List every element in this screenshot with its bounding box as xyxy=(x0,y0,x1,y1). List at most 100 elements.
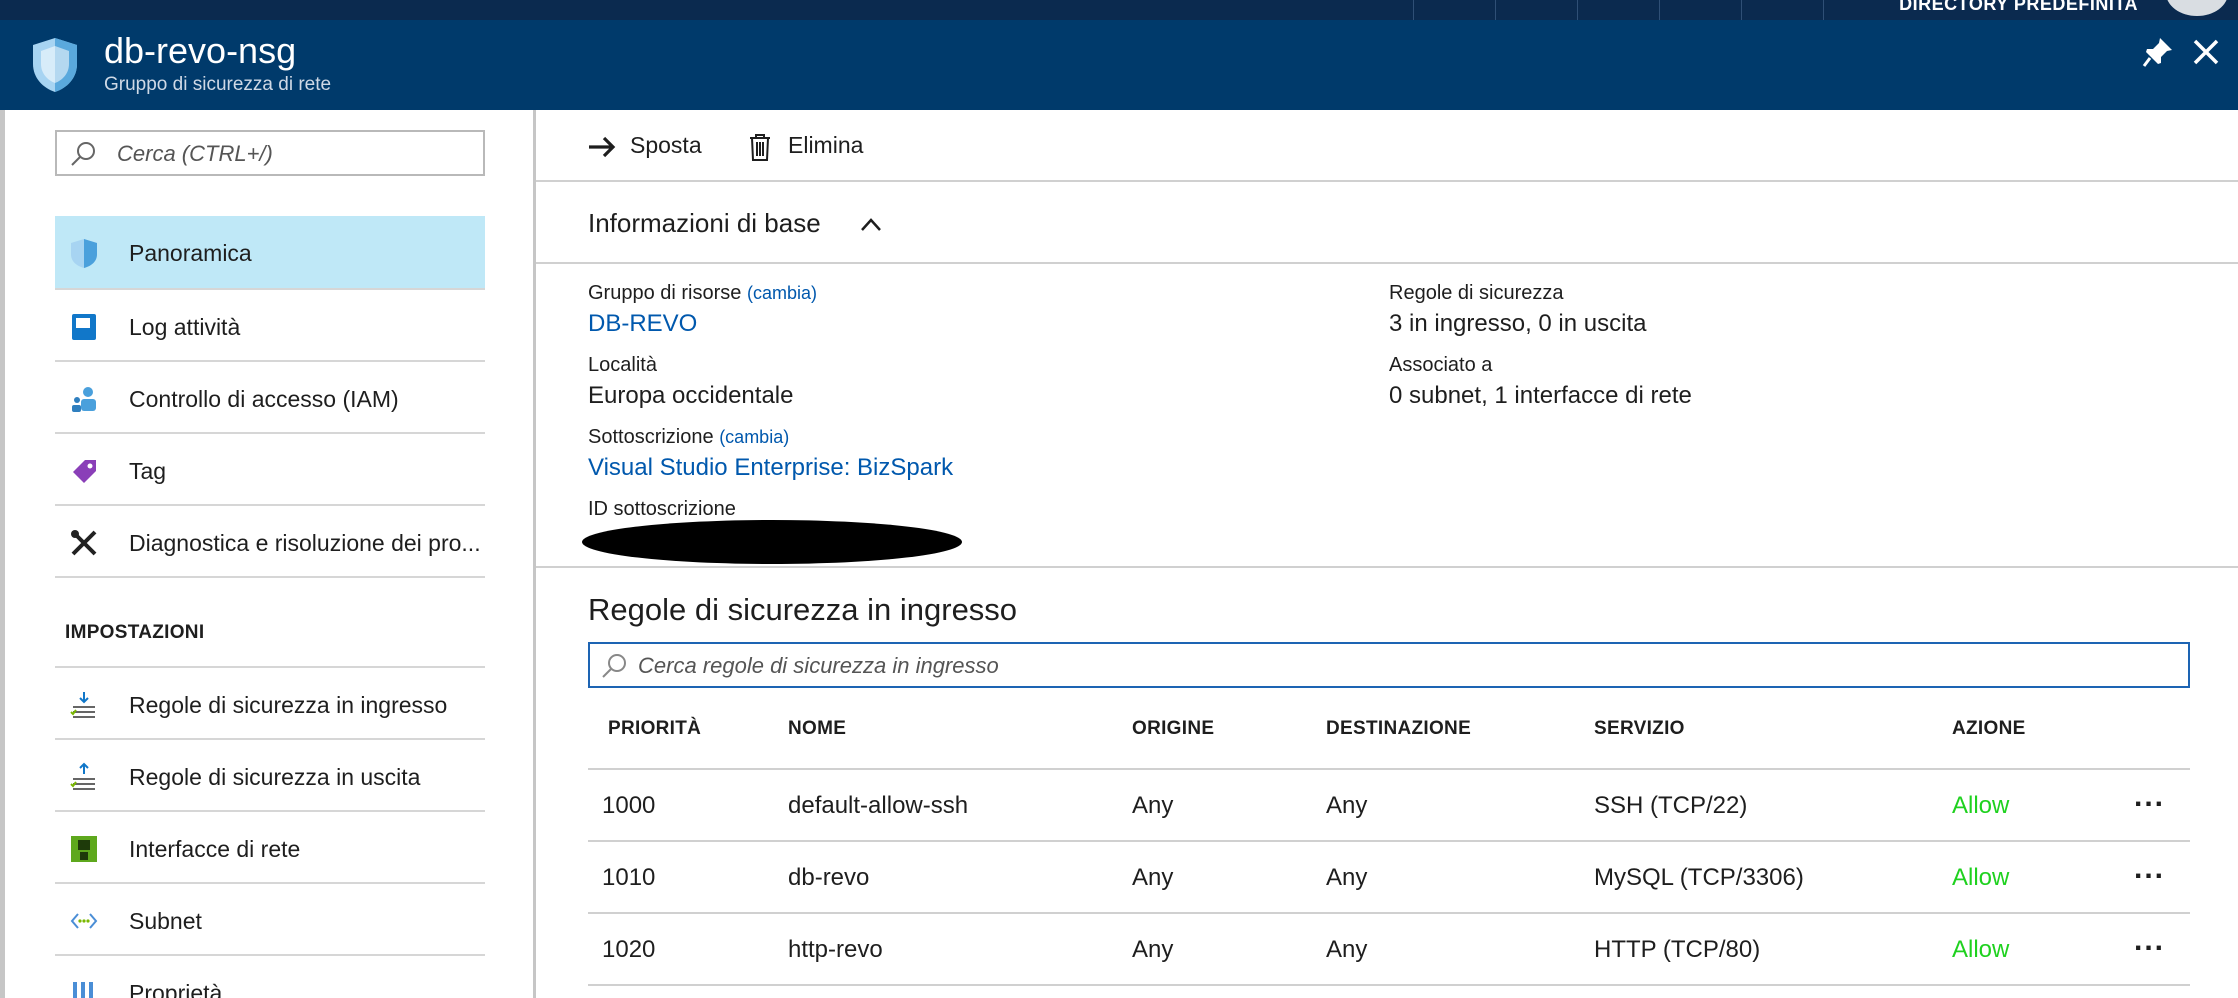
inbound-rules-search[interactable] xyxy=(588,642,2190,688)
location-value: Europa occidentale xyxy=(588,382,794,409)
top-strip-divider xyxy=(1495,0,1496,20)
cell-destination: Any xyxy=(1326,936,1368,963)
table-row[interactable]: 1020 http-revo Any Any HTTP (TCP/80) All… xyxy=(588,914,2190,986)
sidebar-item-diagnose[interactable]: Diagnostica e risoluzione dei pro... xyxy=(55,506,485,578)
sidebar-item-network-interfaces[interactable]: Interfacce di rete xyxy=(55,812,485,884)
inbound-rules-icon xyxy=(70,692,95,718)
pin-icon[interactable] xyxy=(2140,34,2176,70)
shield-icon xyxy=(71,239,97,268)
log-icon xyxy=(72,314,96,340)
sidebar-item-label: Diagnostica e risoluzione dei pro... xyxy=(129,530,481,556)
cell-action: Allow xyxy=(1952,864,2010,891)
sidebar-item-label: Regole di sicurezza in uscita xyxy=(129,764,421,790)
cell-priority: 1000 xyxy=(602,792,656,819)
page-subtitle: Gruppo di sicurezza di rete xyxy=(104,74,332,95)
subscription-id-label: ID sottoscrizione xyxy=(588,498,736,520)
column-header-source[interactable]: ORIGINE xyxy=(1132,718,1214,740)
sidebar-item-activity-log[interactable]: Log attività xyxy=(55,290,485,362)
divider xyxy=(536,262,2238,264)
essentials-heading[interactable]: Informazioni di base xyxy=(588,208,821,239)
subnet-icon xyxy=(70,913,98,929)
top-strip-divider xyxy=(1577,0,1578,20)
top-strip-divider xyxy=(1823,0,1824,20)
cell-source: Any xyxy=(1132,936,1174,963)
subscription-label-text: Sottoscrizione xyxy=(588,426,714,448)
column-header-priority[interactable]: PRIORITÀ xyxy=(608,718,701,740)
change-resource-group-link[interactable]: (cambia) xyxy=(747,283,817,303)
chevron-up-icon[interactable] xyxy=(858,214,884,234)
move-button-label: Sposta xyxy=(630,132,702,158)
sidebar-item-properties[interactable]: Proprietà xyxy=(55,956,485,998)
arrow-right-icon xyxy=(589,136,616,158)
column-header-name[interactable]: NOME xyxy=(788,718,846,740)
cell-source: Any xyxy=(1132,864,1174,891)
inbound-rules-title: Regole di sicurezza in ingresso xyxy=(588,592,1018,627)
more-options-button[interactable]: ... xyxy=(2134,780,2165,814)
change-subscription-link[interactable]: (cambia) xyxy=(719,427,789,447)
cell-name: db-revo xyxy=(788,864,870,891)
associated-value: 0 subnet, 1 interfacce di rete xyxy=(1389,382,1692,409)
sidebar-item-inbound-rules[interactable]: Regole di sicurezza in ingresso xyxy=(55,668,485,740)
search-icon xyxy=(71,142,95,166)
column-header-service[interactable]: SERVIZIO xyxy=(1594,718,1685,740)
resource-group-value[interactable]: DB-REVO xyxy=(588,310,697,338)
menu-search-input[interactable] xyxy=(117,138,477,170)
cell-action: Allow xyxy=(1952,792,2010,819)
page-title: db-revo-nsg xyxy=(104,30,297,71)
cell-name: http-revo xyxy=(788,936,883,963)
outbound-rules-icon xyxy=(70,762,95,790)
cell-destination: Any xyxy=(1326,792,1368,819)
sidebar-item-overview[interactable]: Panoramica xyxy=(55,216,485,288)
blade-header: db-revo-nsg Gruppo di sicurezza di rete xyxy=(0,20,2238,110)
top-strip-divider xyxy=(1413,0,1414,20)
table-row[interactable]: 1000 default-allow-ssh Any Any SSH (TCP/… xyxy=(588,770,2190,842)
delete-button-label: Elimina xyxy=(788,132,864,158)
sidebar-item-label: Log attività xyxy=(129,314,241,340)
trash-icon xyxy=(750,134,770,161)
sidebar-item-label: Controllo di accesso (IAM) xyxy=(129,386,399,412)
sidebar-item-label: Tag xyxy=(129,458,167,484)
menu-search[interactable] xyxy=(55,130,485,176)
users-icon xyxy=(72,387,96,412)
move-button[interactable]: Sposta xyxy=(586,130,726,164)
subscription-value[interactable]: Visual Studio Enterprise: BizSpark xyxy=(588,454,953,482)
properties-icon xyxy=(73,982,93,998)
associated-label: Associato a xyxy=(1389,354,1493,376)
security-rules-label: Regole di sicurezza xyxy=(1389,282,1564,304)
sidebar-item-label: Interfacce di rete xyxy=(129,836,301,862)
sidebar-item-access-control[interactable]: Controllo di accesso (IAM) xyxy=(55,362,485,434)
resource-menu: Panoramica Log attività Controllo di acc… xyxy=(0,110,536,998)
top-strip-divider xyxy=(1741,0,1742,20)
delete-button[interactable]: Elimina xyxy=(744,130,894,164)
top-strip: DIRECTORY PREDEFINITA xyxy=(0,0,2238,20)
wrench-icon xyxy=(71,530,97,556)
sidebar-item-subnets[interactable]: Subnet xyxy=(55,884,485,956)
more-options-button[interactable]: ... xyxy=(2134,924,2165,958)
more-options-button[interactable]: ... xyxy=(2134,852,2165,886)
redacted-subscription-id xyxy=(582,520,962,564)
shield-icon xyxy=(33,38,77,92)
sidebar-item-label: Regole di sicurezza in ingresso xyxy=(129,692,448,718)
sidebar-item-outbound-rules[interactable]: Regole di sicurezza in uscita xyxy=(55,740,485,812)
column-header-destination[interactable]: DESTINAZIONE xyxy=(1326,718,1471,740)
cell-service: MySQL (TCP/3306) xyxy=(1594,864,1804,891)
cell-action: Allow xyxy=(1952,936,2010,963)
sidebar-item-tags[interactable]: Tag xyxy=(55,434,485,506)
directory-label[interactable]: DIRECTORY PREDEFINITA xyxy=(1899,0,2138,15)
cell-service: HTTP (TCP/80) xyxy=(1594,936,1761,963)
main-content: Sposta Elimina Informazioni di base Grup… xyxy=(536,110,2238,998)
tag-icon xyxy=(73,460,96,483)
avatar[interactable] xyxy=(2166,0,2228,16)
close-icon[interactable] xyxy=(2188,34,2224,70)
cell-source: Any xyxy=(1132,792,1174,819)
sidebar-item-label: Subnet xyxy=(129,908,202,934)
cell-priority: 1020 xyxy=(602,936,656,963)
inbound-rules-search-input[interactable] xyxy=(638,650,2158,682)
sidebar-item-label: Panoramica xyxy=(129,240,252,266)
cell-destination: Any xyxy=(1326,864,1368,891)
cell-service: SSH (TCP/22) xyxy=(1594,792,1748,819)
table-row[interactable]: 1010 db-revo Any Any MySQL (TCP/3306) Al… xyxy=(588,842,2190,914)
command-bar: Sposta Elimina xyxy=(536,110,2238,182)
location-label: Località xyxy=(588,354,657,376)
column-header-action[interactable]: AZIONE xyxy=(1952,718,2026,740)
